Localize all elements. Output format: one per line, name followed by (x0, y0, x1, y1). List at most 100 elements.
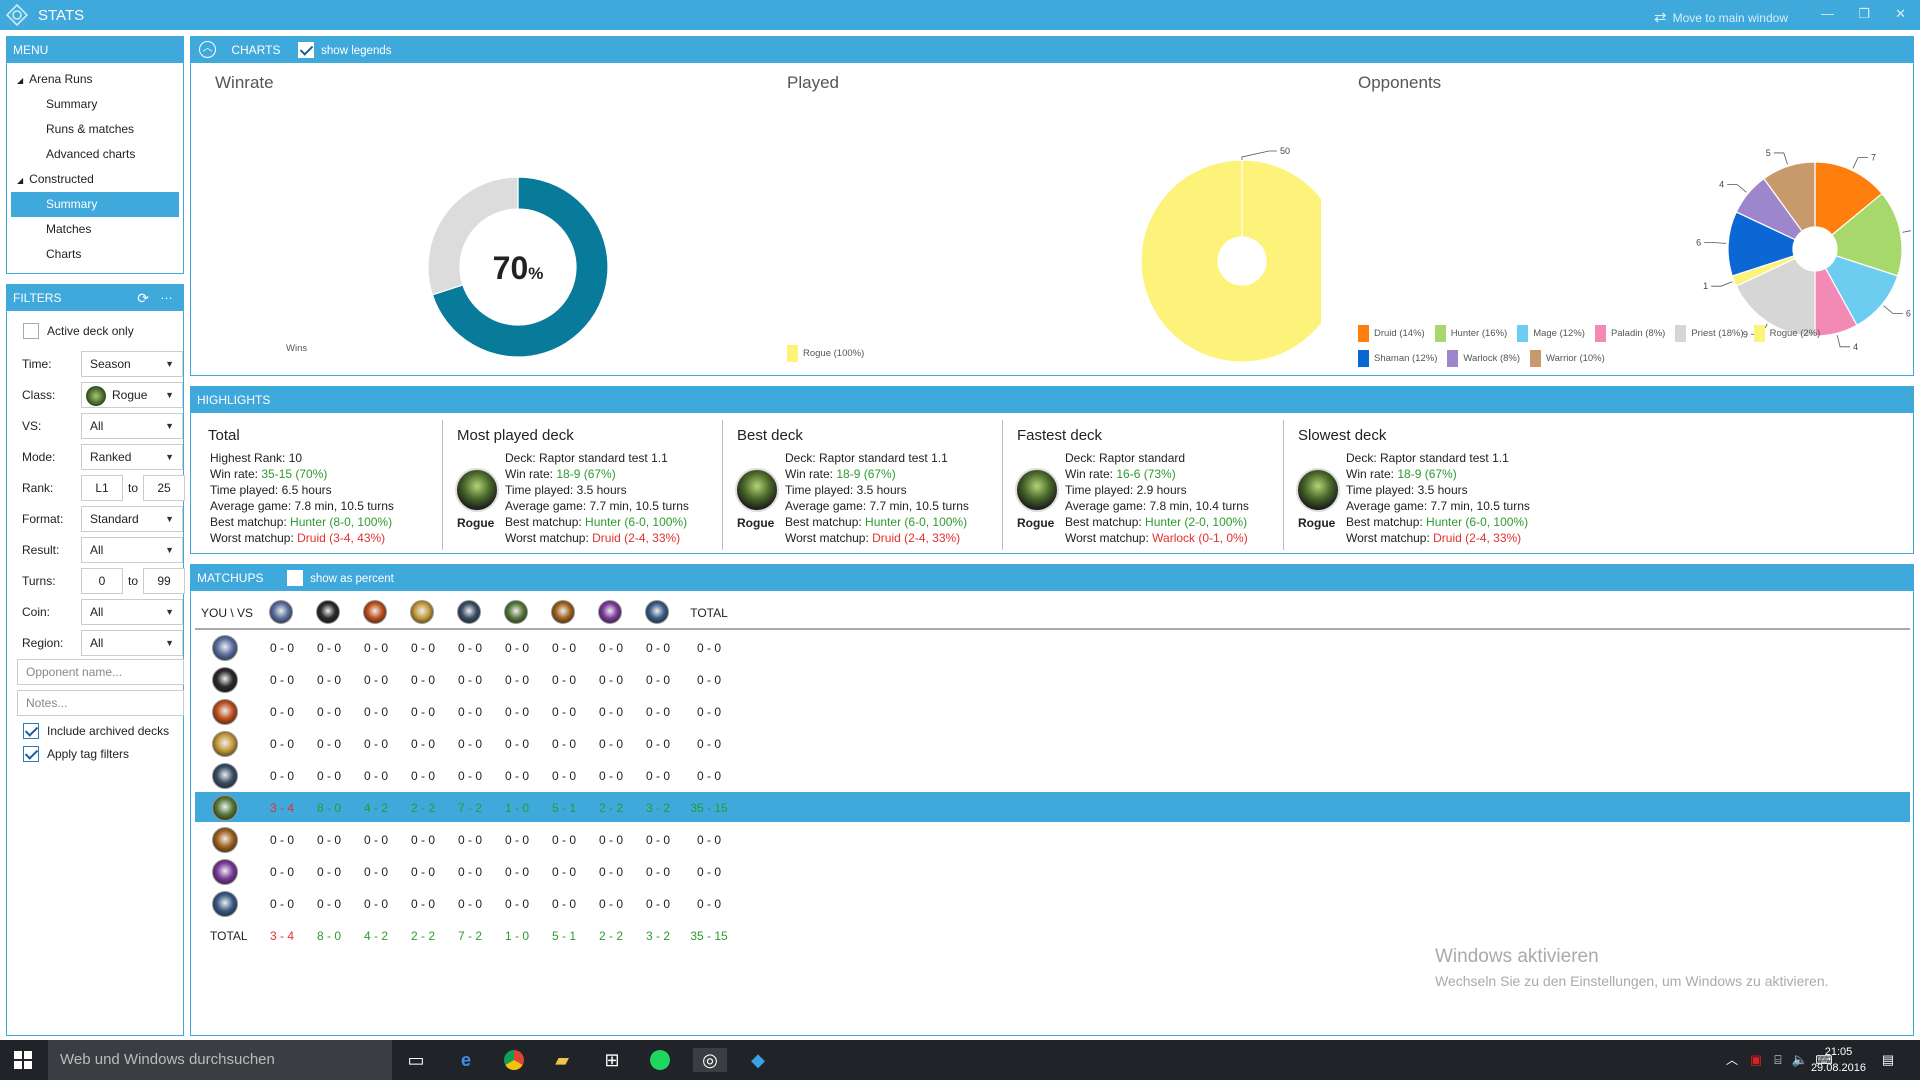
spotify-icon[interactable] (648, 1048, 672, 1072)
format-value: Standard (90, 512, 139, 526)
apply-tag-filters-checkbox[interactable] (23, 746, 39, 762)
total-row-label: TOTAL (210, 929, 248, 943)
highlight-text: Time played: 2.9 hours (1065, 483, 1187, 497)
opponents-leader-line (1902, 230, 1911, 233)
deck-class-label: Rogue (737, 516, 775, 530)
highlight-good-value: Hunter (6-0, 100%) (865, 515, 968, 529)
column-rogue-icon (504, 600, 528, 624)
matchup-cell: 0 - 0 (457, 641, 482, 655)
tray-chevron-icon[interactable]: ︿ (1720, 1048, 1744, 1072)
highlight-line: Highest Rank: 10 (210, 450, 394, 466)
menu-item[interactable]: Summary (11, 92, 179, 117)
menu-item[interactable]: Advanced charts (11, 142, 179, 167)
menu-item[interactable]: Charts (11, 242, 179, 267)
tray-acrobat-icon[interactable]: ▣ (1744, 1048, 1768, 1072)
matchup-cell: 0 - 0 (363, 865, 388, 879)
opponents-leader-line (1883, 305, 1903, 314)
hdt-app-icon[interactable]: ◎ (693, 1048, 727, 1072)
row-warlock-icon (212, 827, 238, 853)
move-to-main-window-button[interactable]: ⇄ Move to main window (1654, 8, 1788, 26)
matchup-cell: 0 - 0 (316, 897, 341, 911)
menu-group[interactable]: ◢ Arena Runs (7, 67, 183, 92)
highlight-line: Deck: Raptor standard test 1.1 (505, 450, 689, 466)
app-logo-icon (6, 4, 28, 26)
apply-tag-filters-row[interactable]: Apply tag filters (17, 746, 177, 766)
file-explorer-icon[interactable]: ▰ (550, 1048, 574, 1072)
matchup-cell: 0 - 0 (598, 769, 623, 783)
region-dropdown[interactable]: All ▼ (81, 630, 183, 656)
filters-header: FILTERS ⟳ … (7, 285, 183, 311)
action-center-icon[interactable]: ▤ (1876, 1048, 1900, 1072)
legend-label: Priest (18%) (1691, 328, 1744, 339)
highlight-line: Time played: 3.5 hours (1346, 482, 1530, 498)
matchup-cell: 3 - 4 (269, 801, 294, 815)
turns-to-input[interactable]: 99 (143, 568, 185, 594)
rogue-deck-avatar-icon (1296, 468, 1340, 512)
column-warlock-icon (551, 600, 575, 624)
result-dropdown[interactable]: All ▼ (81, 537, 183, 563)
rank-label: Rank: (22, 481, 54, 495)
matchup-cell: 0 - 0 (696, 897, 721, 911)
time-dropdown[interactable]: Season ▼ (81, 351, 183, 377)
active-deck-only-row[interactable]: Active deck only (17, 323, 177, 343)
taskbar-search-box[interactable]: Web und Windows durchsuchen (48, 1040, 392, 1080)
hearthstone-icon[interactable]: ◆ (746, 1048, 770, 1072)
refresh-icon[interactable]: ⟳ (137, 285, 149, 311)
total-cell: 5 - 1 (551, 929, 576, 943)
include-archived-checkbox[interactable] (23, 723, 39, 739)
matchups-column-header (195, 596, 1910, 630)
format-dropdown[interactable]: Standard ▼ (81, 506, 183, 532)
opponents-legend-item: Warlock (8%) (1447, 346, 1520, 371)
active-deck-only-checkbox[interactable] (23, 323, 39, 339)
notes-input[interactable]: Notes... (17, 690, 184, 716)
turns-from-input[interactable]: 0 (81, 568, 123, 594)
minimize-button[interactable]: — (1821, 6, 1834, 21)
windows-start-icon[interactable] (14, 1051, 32, 1069)
class-dropdown[interactable]: Rogue ▼ (81, 382, 183, 408)
mode-dropdown[interactable]: Ranked ▼ (81, 444, 183, 470)
restore-button[interactable]: ❐ (1858, 6, 1870, 22)
menu-item[interactable]: Summary (11, 192, 179, 217)
highlight-line: Deck: Raptor standard (1065, 450, 1249, 466)
tray-network-icon[interactable]: ⌸ (1766, 1048, 1790, 1072)
vs-dropdown[interactable]: All ▼ (81, 413, 183, 439)
opponent-name-input[interactable]: Opponent name... (17, 659, 184, 685)
coin-dropdown[interactable]: All ▼ (81, 599, 183, 625)
highlight-card-most-played-deck: Most played deck Rogue Deck: Raptor standa… (443, 420, 723, 550)
matchup-cell: 0 - 0 (598, 737, 623, 751)
collapse-icon[interactable]: ︿ (199, 41, 216, 59)
filters-panel: FILTERS ⟳ … Active deck only Time: Season ▼… (6, 284, 187, 1036)
chrome-icon[interactable] (502, 1048, 526, 1072)
store-icon[interactable]: ⊞ (600, 1048, 624, 1072)
menu-item[interactable]: Runs & matches (11, 117, 179, 142)
tray-volume-icon[interactable]: 🔈 (1788, 1048, 1812, 1072)
charts-title: CHARTS (231, 43, 281, 57)
matchup-cell: 0 - 0 (457, 865, 482, 879)
rogue-deck-avatar-icon (735, 468, 779, 512)
dropdown-arrow-icon: ▼ (165, 545, 174, 555)
more-options-icon[interactable]: … (160, 282, 173, 308)
time-filter: Time: Season ▼ (17, 351, 187, 377)
show-legends-checkbox[interactable] (297, 41, 314, 58)
rank-from-input[interactable]: L1 (81, 475, 123, 501)
include-archived-row[interactable]: Include archived decks (17, 723, 177, 743)
taskbar-clock[interactable]: 21:05 29.08.2016 (1811, 1044, 1866, 1076)
menu-group[interactable]: ◢ Constructed (7, 167, 183, 192)
opponents-leader-line (1773, 152, 1788, 165)
matchup-cell: 0 - 0 (316, 737, 341, 751)
menu-item[interactable]: Matches (11, 217, 179, 242)
row-paladin-icon (212, 731, 238, 757)
highlight-good-value: 35-15 (70%) (261, 467, 328, 481)
highlight-text: Time played: 3.5 hours (785, 483, 907, 497)
column-warrior-icon (363, 600, 387, 624)
show-percent-checkbox[interactable] (286, 569, 303, 586)
close-button[interactable]: ✕ (1895, 6, 1906, 22)
task-view-icon[interactable]: ▭ (404, 1048, 428, 1072)
dropdown-arrow-icon: ▼ (165, 452, 174, 462)
row-hunter-icon (212, 891, 238, 917)
rank-to-input[interactable]: 25 (143, 475, 185, 501)
class-label: Class: (22, 388, 56, 402)
legend-swatch (1753, 324, 1765, 342)
edge-browser-icon[interactable]: e (454, 1048, 478, 1072)
class-value: Rogue (112, 388, 148, 402)
